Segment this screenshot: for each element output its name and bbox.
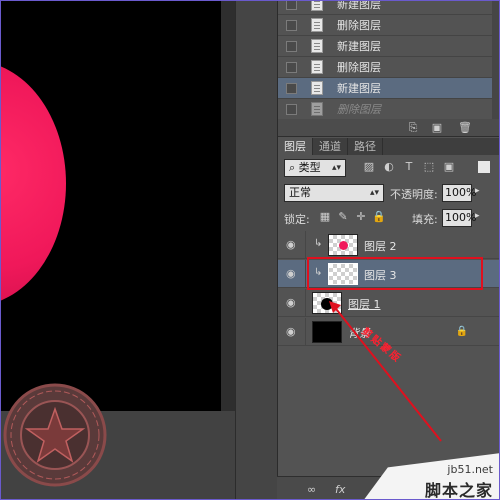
tab-channels[interactable]: 通道 <box>313 138 348 155</box>
history-item-label: 新建图层 <box>337 0 381 11</box>
layer-thumbnail <box>328 234 358 256</box>
history-snapshot-checkbox[interactable] <box>286 19 297 31</box>
visibility-column: ◉ <box>278 318 306 346</box>
lock-position-icon[interactable]: ✛ <box>354 210 368 224</box>
dock-strip <box>235 1 277 499</box>
visibility-column: ◉ <box>278 231 306 259</box>
blend-mode-value: 正常 <box>289 186 311 199</box>
history-item-label: 删除图层 <box>337 19 381 32</box>
filter-toggle-icon[interactable] <box>478 161 490 173</box>
seal-stamp-logo <box>3 383 107 487</box>
history-scrollbar[interactable] <box>492 1 499 119</box>
layer-name[interactable]: 图层 1 <box>348 296 381 312</box>
history-snapshot-checkbox[interactable] <box>286 1 297 10</box>
adjustment-filter-icon[interactable]: ◐ <box>382 160 396 174</box>
document-icon <box>311 102 323 116</box>
document-icon <box>311 81 323 95</box>
layer-filter-row: ⌕ 类型 ▴▾ ▨ ◐ T ⬚ ▣ <box>278 157 499 179</box>
history-item[interactable]: 删除图层 <box>278 15 492 36</box>
layer-kind-label: 类型 <box>298 161 321 174</box>
pink-dot-icon <box>339 241 348 250</box>
history-snapshot-checkbox[interactable] <box>286 103 297 115</box>
layer-kind-filter-select[interactable]: ⌕ 类型 ▴▾ <box>284 159 346 177</box>
highlight-box <box>307 257 483 290</box>
clipping-arrow-icon: ↳ <box>314 238 323 249</box>
fx-button[interactable]: fx <box>335 483 345 496</box>
history-item[interactable]: 新建图层 <box>278 78 492 99</box>
eye-icon[interactable]: ◉ <box>286 297 300 309</box>
fill-dropdown-icon[interactable]: ▸ <box>475 211 480 221</box>
history-item[interactable]: 删除图层 <box>278 57 492 78</box>
opacity-value: 100% <box>445 186 477 199</box>
layer-row-layer-2[interactable]: ◉ ↳ 图层 2 <box>278 231 499 259</box>
layer-name[interactable]: 图层 2 <box>364 238 397 254</box>
visibility-column: ◉ <box>278 289 306 317</box>
visibility-column: ◉ <box>278 260 306 288</box>
history-item-label: 新建图层 <box>337 82 381 95</box>
watermark-name: 脚本之家 <box>424 481 493 500</box>
image-filter-icon[interactable]: ▨ <box>362 160 376 174</box>
trash-icon[interactable]: 🗑 <box>458 122 472 134</box>
type-filter-icon[interactable]: T <box>402 160 416 174</box>
history-item[interactable]: 删除图层 <box>278 99 492 120</box>
history-footer: ⎘ ▣ 🗑 <box>278 119 499 137</box>
tab-layers[interactable]: 图层 <box>278 138 313 155</box>
photoshop-window: 新建图层 删除图层 新建图层 删除图层 新建图层 删除图层 ⎘ ▣ 🗑 图层 通道 路径 … <box>0 0 500 500</box>
search-icon: ⌕ <box>289 161 296 174</box>
lock-transparent-pixels-icon[interactable]: ▦ <box>318 210 332 224</box>
eye-icon[interactable]: ◉ <box>286 326 300 338</box>
document-icon <box>311 39 323 53</box>
shape-filter-icon[interactable]: ⬚ <box>422 160 436 174</box>
lock-row: 锁定: ▦ ✎ ✛ 🔒 填充: 100% ▸ <box>278 207 499 229</box>
pink-circle-shape <box>1 61 66 306</box>
history-item-label: 删除图层 <box>337 61 381 74</box>
history-snapshot-checkbox[interactable] <box>286 82 297 94</box>
canvas-area <box>1 1 235 499</box>
opacity-label: 不透明度: <box>390 188 438 201</box>
tab-paths[interactable]: 路径 <box>348 138 383 155</box>
history-item[interactable]: 新建图层 <box>278 0 492 15</box>
watermark-site: jb51.net <box>447 463 493 476</box>
right-panel: 新建图层 删除图层 新建图层 删除图层 新建图层 删除图层 ⎘ ▣ 🗑 图层 通道 路径 … <box>277 0 499 499</box>
smart-object-filter-icon[interactable]: ▣ <box>442 160 456 174</box>
layers-list: ◉ ↳ 图层 2 ◉ ↳ 图层 3 ◉ 图层 1 ◉ 背景 🔒 <box>278 231 499 351</box>
fill-value: 100% <box>445 211 477 224</box>
history-snapshot-checkbox[interactable] <box>286 40 297 52</box>
layer-thumbnail <box>312 321 342 343</box>
camera-icon[interactable]: ▣ <box>430 122 444 134</box>
eye-icon[interactable]: ◉ <box>286 268 300 280</box>
document-icon <box>311 60 323 74</box>
chevron-updown-icon: ▴▾ <box>331 163 341 173</box>
lock-label: 锁定: <box>284 213 310 226</box>
eye-icon[interactable]: ◉ <box>286 239 300 251</box>
chevron-updown-icon: ▴▾ <box>369 188 379 198</box>
layer-row-layer-1[interactable]: ◉ 图层 1 <box>278 289 499 317</box>
lock-image-pixels-icon[interactable]: ✎ <box>336 210 350 224</box>
history-item-label: 新建图层 <box>337 40 381 53</box>
layers-panel-tabs: 图层 通道 路径 <box>278 138 499 155</box>
history-item-label: 删除图层 <box>337 103 381 116</box>
link-icon[interactable]: ∞ <box>307 483 316 496</box>
fill-label: 填充: <box>412 213 438 226</box>
fill-input[interactable]: 100% <box>442 209 476 227</box>
opacity-dropdown-icon[interactable]: ▸ <box>475 186 480 196</box>
history-item[interactable]: 新建图层 <box>278 36 492 57</box>
new-snapshot-icon[interactable]: ⎘ <box>406 122 420 134</box>
document-icon <box>311 1 323 11</box>
canvas-vertical-scrollbar[interactable] <box>221 1 235 411</box>
lock-all-icon[interactable]: 🔒 <box>372 210 386 224</box>
blend-mode-row: 正常 ▴▾ 不透明度: 100% ▸ <box>278 182 499 204</box>
opacity-input[interactable]: 100% <box>442 184 476 202</box>
document-icon <box>311 18 323 32</box>
blend-mode-select[interactable]: 正常 ▴▾ <box>284 184 384 202</box>
history-snapshot-checkbox[interactable] <box>286 61 297 73</box>
layer-thumbnail <box>312 292 342 314</box>
lock-icon: 🔒 <box>455 326 468 337</box>
black-dot-icon <box>321 298 333 310</box>
document-canvas[interactable] <box>1 1 221 411</box>
